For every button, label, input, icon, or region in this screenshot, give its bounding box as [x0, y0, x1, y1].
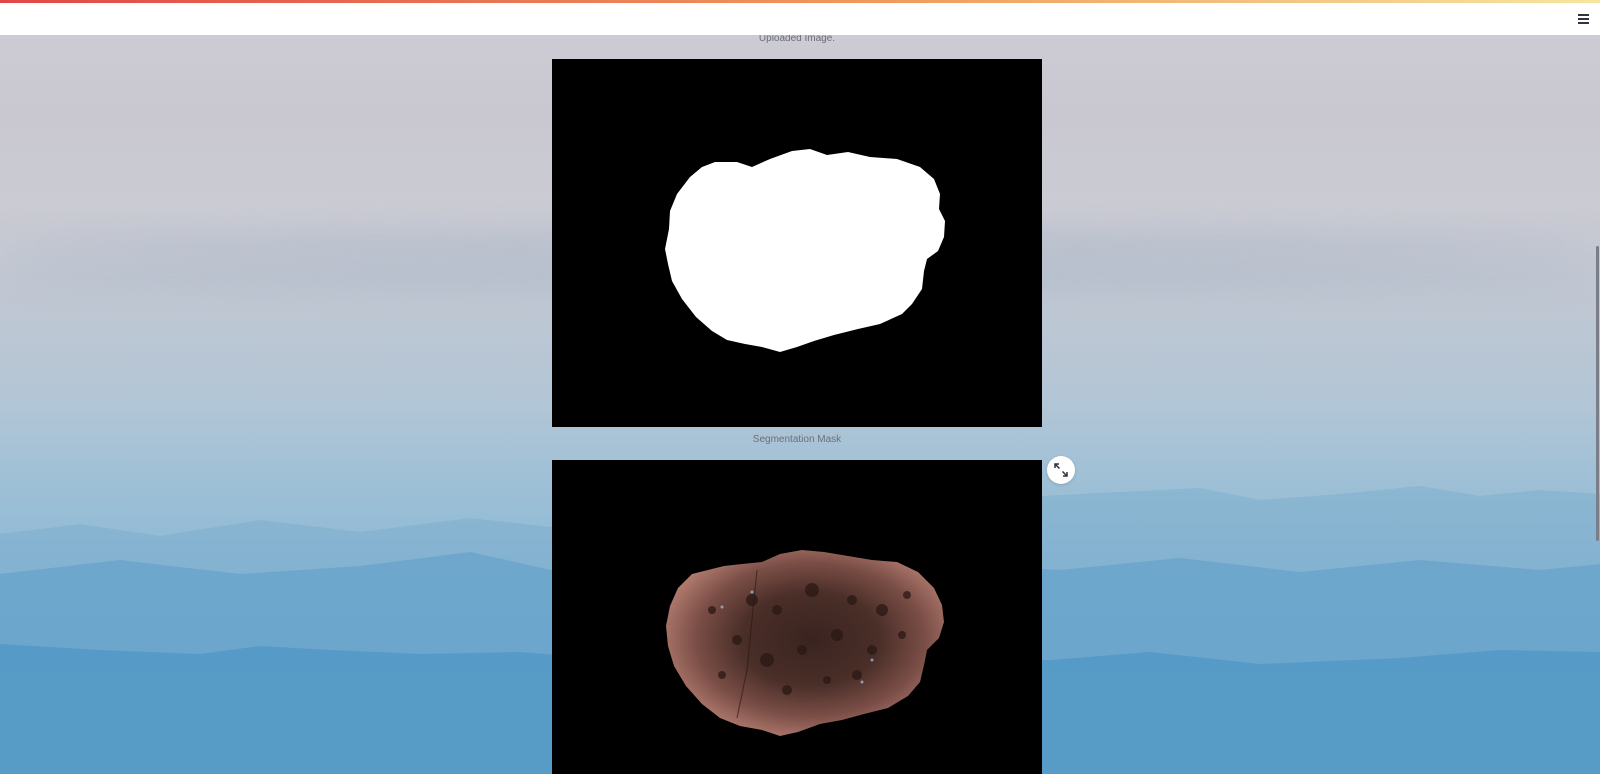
segmented-lesion-image [552, 460, 1042, 774]
image-caption: Segmentation Mask [752, 434, 842, 445]
app-header [0, 0, 1600, 35]
lesion-shape [666, 550, 944, 736]
segmentation-mask-image [552, 59, 1042, 427]
header-accent-line [0, 0, 1600, 3]
hamburger-menu-icon[interactable] [1576, 11, 1592, 27]
mask-shape [665, 149, 945, 352]
fullscreen-expand-icon[interactable] [1047, 456, 1075, 484]
scrollbar-thumb[interactable] [1596, 246, 1599, 541]
